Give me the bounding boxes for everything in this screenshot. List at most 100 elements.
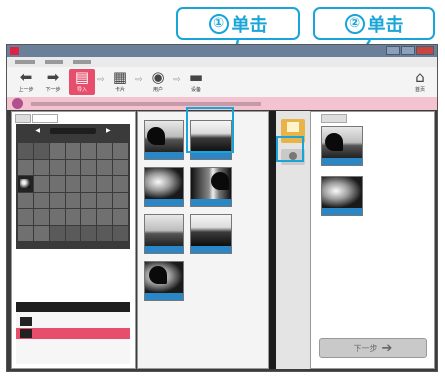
step-arrow-icon: ⇨ [173,75,181,85]
calendar-cell[interactable] [81,225,97,241]
back-label: 上一步 [18,87,34,93]
calendar-cell[interactable] [33,225,49,241]
calendar-cell[interactable] [65,143,81,159]
calendar-cell[interactable] [81,159,97,175]
calendar-cell[interactable] [65,159,81,175]
forward-button[interactable]: ➡ 下一步 [40,69,66,95]
calendar-header: ◀ ▶ [16,126,130,135]
calendar-cell[interactable] [113,176,128,192]
calendar-cell[interactable] [49,192,65,208]
calendar-cell[interactable] [81,192,97,208]
calendar-cell[interactable] [49,176,65,192]
close-button[interactable] [416,46,434,55]
calendar-cell[interactable] [33,159,49,175]
menu-item-3[interactable] [73,60,91,64]
calendar-cell[interactable] [49,225,65,241]
title-bar [7,45,437,57]
calendar-panel: ◀ ▶ [11,111,136,369]
tab-calendar-view[interactable] [32,114,58,123]
menu-item-1[interactable] [15,60,35,64]
thumbnail-icon [20,317,32,326]
step-arrow-icon: ⇨ [97,75,105,85]
calendar-cell[interactable] [97,159,113,175]
date-list-header [16,302,130,312]
date-list-item[interactable] [16,316,130,327]
palm-silhouette [149,266,167,284]
calendar-cell[interactable] [33,176,49,192]
video-thumbnail[interactable] [144,120,184,160]
selected-thumbnail[interactable] [321,126,363,166]
calendar-cell[interactable] [97,225,113,241]
palm-silhouette [147,127,165,145]
tab-list-view[interactable] [15,114,31,123]
back-button[interactable]: ⬅ 上一步 [13,69,39,95]
video-thumbnail[interactable] [190,214,232,254]
calendar-cell[interactable] [113,225,128,241]
next-step-label: 下一步 [353,343,378,353]
calendar-cell[interactable] [33,209,49,225]
menu-item-2[interactable] [45,60,63,64]
import-button[interactable]: ▤ 导入 [69,69,95,95]
calendar-cell[interactable] [97,192,113,208]
calendar-cell[interactable] [97,209,113,225]
calendar-cell[interactable] [33,143,49,159]
user-button[interactable]: ◉ 用户 [145,69,171,95]
calendar-cell[interactable] [65,192,81,208]
maximize-button[interactable] [401,46,415,55]
calendar-cell-with-photo[interactable] [18,176,33,192]
calendar-cell[interactable] [18,209,33,225]
info-icon [12,98,23,109]
calendar-cell[interactable] [49,159,65,175]
calendar-cell[interactable] [113,192,128,208]
calendar-cell[interactable] [18,225,33,241]
calendar-cell[interactable] [81,209,97,225]
video-thumbnail[interactable] [144,261,184,301]
thumbnail-caption [191,199,231,206]
calendar-cell[interactable] [113,209,128,225]
card-button[interactable]: ▦ 卡片 [107,69,133,95]
palm-silhouette [325,133,343,151]
calendar-cell[interactable] [18,192,33,208]
highlight-box-step-2 [276,136,304,162]
calendar-cell[interactable] [49,209,65,225]
calendar-cell[interactable] [97,176,113,192]
next-month-button[interactable]: ▶ [106,127,111,134]
selected-thumbnail[interactable] [321,176,363,216]
thumbnail-caption [145,246,183,253]
user-label: 用户 [152,87,163,93]
next-step-button[interactable]: 下一步 ➔ [319,338,427,358]
tab-selected[interactable] [321,114,347,123]
minimize-button[interactable] [386,46,400,55]
calendar-cell[interactable] [65,225,81,241]
home-icon: ⌂ [415,68,425,86]
video-thumbnail[interactable] [144,167,184,207]
calendar-cell[interactable] [49,143,65,159]
calendar-cell[interactable] [18,143,33,159]
date-list-item-selected[interactable] [16,328,130,339]
thumbnail-caption [145,199,183,206]
forward-label: 下一步 [45,87,61,93]
calendar-cell[interactable] [97,143,113,159]
video-thumbnail[interactable] [190,167,232,207]
device-label: 设备 [190,87,201,93]
thumbnail-caption [191,246,231,253]
home-button[interactable]: ⌂ 首页 [407,69,433,95]
add-icon [287,122,299,132]
prev-month-button[interactable]: ◀ [35,127,40,134]
device-button[interactable]: ▬ 设备 [183,69,209,95]
calendar-cell[interactable] [65,176,81,192]
import-label: 导入 [76,87,87,93]
panel-scrollbar[interactable] [269,111,276,369]
calendar-cell[interactable] [81,176,97,192]
home-label: 首页 [414,87,425,93]
calendar-cell[interactable] [113,159,128,175]
calendar-cell[interactable] [33,192,49,208]
date-list [16,312,130,364]
calendar-cell[interactable] [113,143,128,159]
calendar-grid [18,143,128,241]
instruction-text-placeholder [31,101,261,106]
calendar-cell[interactable] [65,209,81,225]
calendar-cell[interactable] [81,143,97,159]
calendar-cell[interactable] [18,159,33,175]
video-thumbnail[interactable] [144,214,184,254]
